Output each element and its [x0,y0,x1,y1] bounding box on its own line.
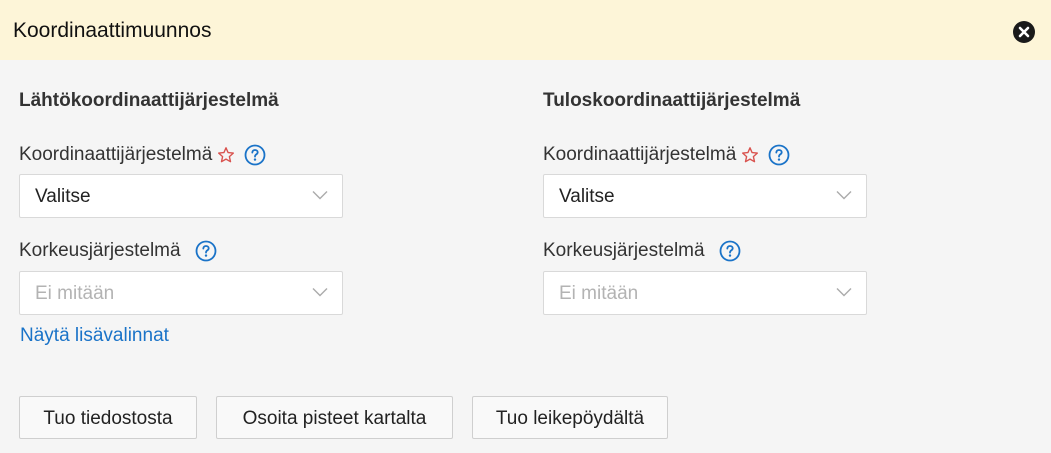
source-height-select[interactable]: Ei mitään [19,271,343,315]
target-crs-label-row: Koordinaattijärjestelmä [543,143,790,167]
target-height-label-row: Korkeusjärjestelmä [543,239,741,263]
chevron-down-icon [312,288,328,297]
source-crs-select-value: Valitse [35,186,91,207]
target-crs-select[interactable]: Valitse [543,174,867,218]
target-crs-label: Koordinaattijärjestelmä [543,144,737,165]
help-icon[interactable] [768,144,790,166]
close-icon[interactable] [1013,21,1035,43]
source-height-label-row: Korkeusjärjestelmä [19,239,217,263]
help-icon[interactable] [719,240,741,262]
dialog-header: Koordinaattimuunnos [0,0,1051,60]
required-star-icon [218,147,235,163]
chevron-down-icon [836,288,852,297]
source-crs-label-row: Koordinaattijärjestelmä [19,143,266,167]
target-height-label: Korkeusjärjestelmä [543,240,705,261]
source-crs-label: Koordinaattijärjestelmä [19,144,213,165]
source-section-title: Lähtökoordinaattijärjestelmä [19,90,279,111]
target-crs-select-value: Valitse [559,186,615,207]
chevron-down-icon [836,191,852,200]
target-height-select[interactable]: Ei mitään [543,271,867,315]
source-crs-select[interactable]: Valitse [19,174,343,218]
import-from-file-button[interactable]: Tuo tiedostosta [19,396,197,439]
dialog-title: Koordinaattimuunnos [13,19,212,42]
required-star-icon [742,147,759,163]
pick-points-from-map-button[interactable]: Osoita pisteet kartalta [216,396,453,439]
help-icon[interactable] [244,144,266,166]
target-section-title: Tuloskoordinaattijärjestelmä [543,90,801,111]
help-icon[interactable] [195,240,217,262]
chevron-down-icon [312,191,328,200]
import-from-clipboard-button[interactable]: Tuo leikepöydältä [472,396,668,439]
source-height-select-placeholder: Ei mitään [35,283,115,304]
show-more-options-link[interactable]: Näytä lisävalinnat [20,324,169,348]
target-height-select-placeholder: Ei mitään [559,283,639,304]
source-height-label: Korkeusjärjestelmä [19,240,181,261]
